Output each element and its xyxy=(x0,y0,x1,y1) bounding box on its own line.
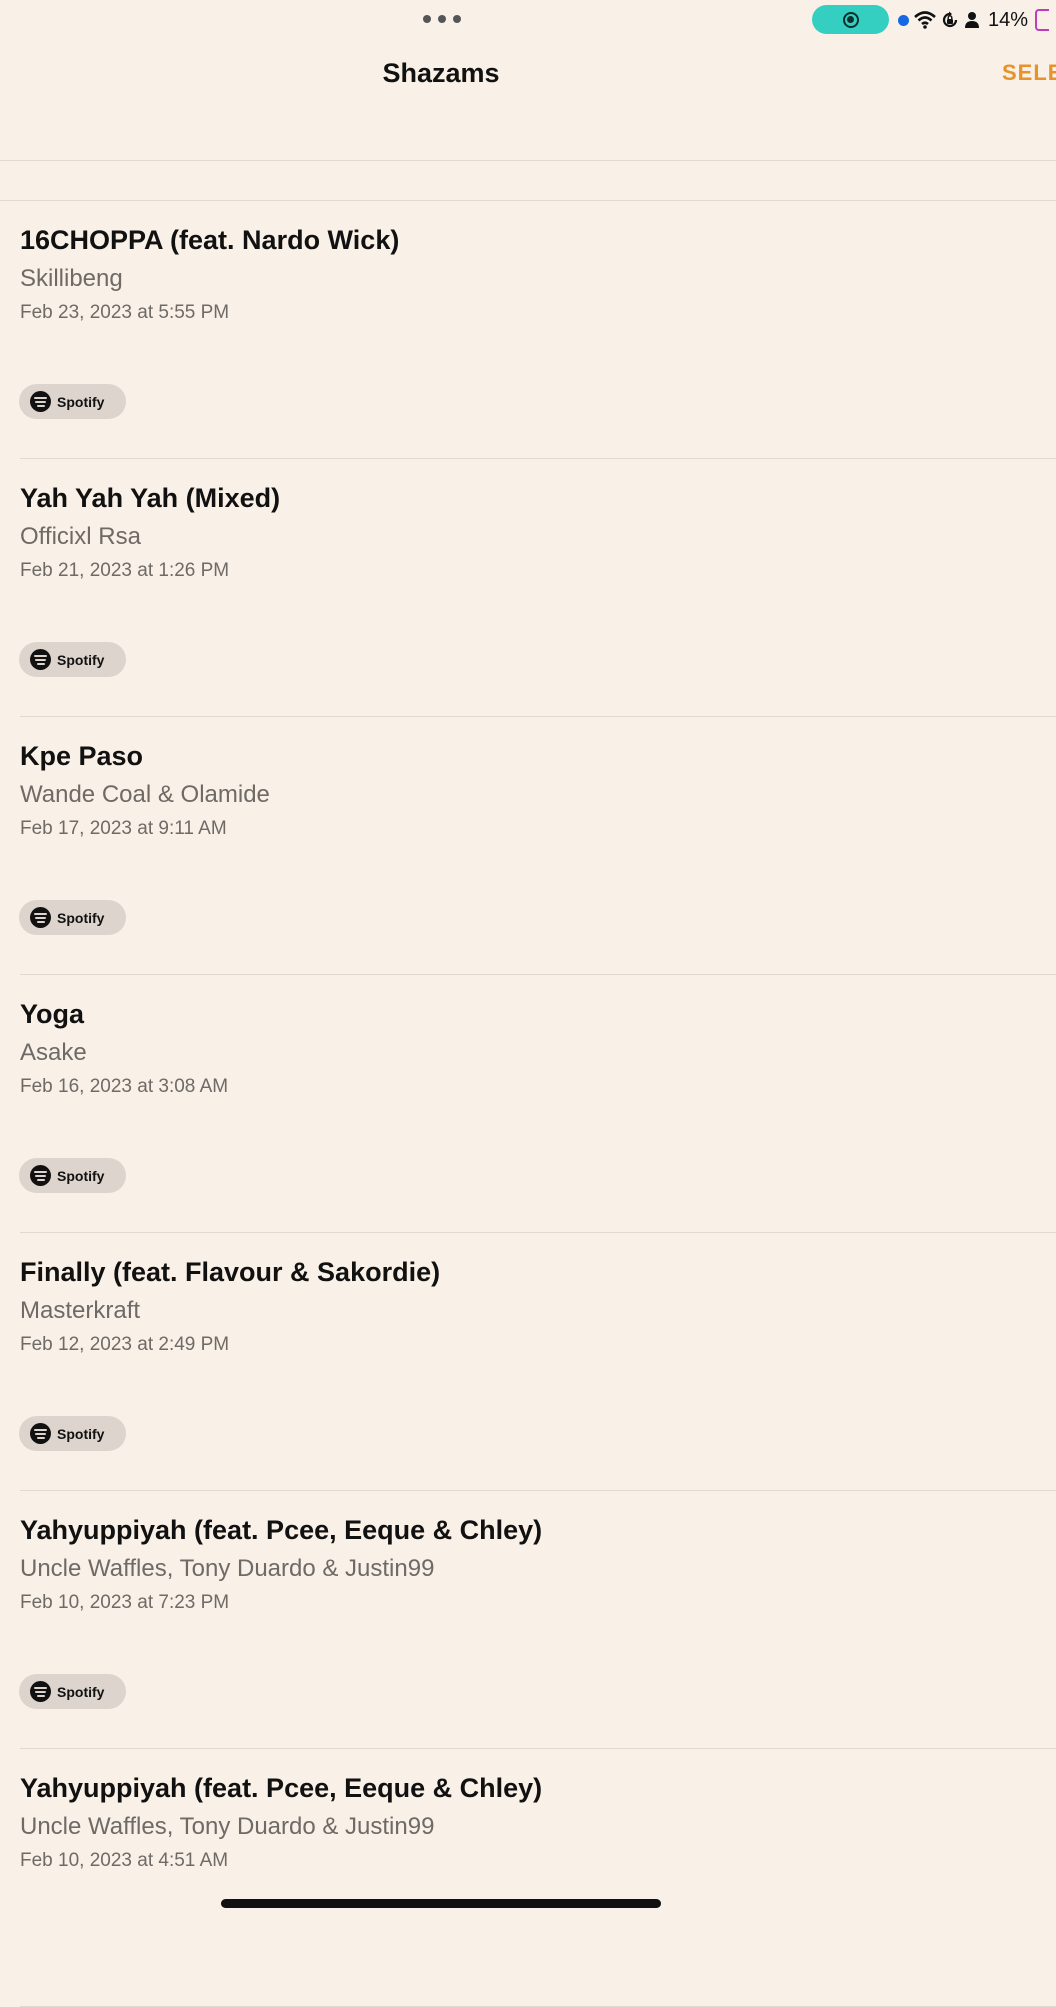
song-title: Yahyuppiyah (feat. Pcee, Eeque & Chley) xyxy=(20,1773,543,1803)
spotify-icon xyxy=(30,649,51,670)
status-icons: 14% xyxy=(898,6,1050,34)
select-button[interactable]: SELE xyxy=(1002,60,1056,86)
shazam-list: 16CHOPPA (feat. Nardo Wick) Skillibeng Feb… xyxy=(0,200,1056,2007)
song-artist: Masterkraft xyxy=(20,1297,141,1324)
list-item[interactable]: Yahyuppiyah (feat. Pcee, Eeque & Chley) U… xyxy=(20,1749,1056,2007)
song-title: Yah Yah Yah (Mixed) xyxy=(20,483,281,513)
list-item[interactable]: Kpe Paso Wande Coal & Olamide Feb 17, 2023… xyxy=(19,717,1056,975)
song-title: Kpe Paso xyxy=(20,741,144,771)
song-title: 16CHOPPA (feat. Nardo Wick) xyxy=(20,225,400,255)
shazam-date: Feb 23, 2023 at 5:55 PM xyxy=(20,302,230,323)
page-title: Shazams xyxy=(382,58,500,88)
shazam-date: Feb 21, 2023 at 1:26 PM xyxy=(20,560,230,581)
battery-percentage: 14% xyxy=(988,8,1029,31)
song-artist: Uncle Waffles, Tony Duardo & Justin99 xyxy=(20,1555,435,1582)
list-item[interactable]: Yahyuppiyah (feat. Pcee, Eeque & Chley) U… xyxy=(19,1491,1056,1749)
shazam-date: Feb 16, 2023 at 3:08 AM xyxy=(20,1076,229,1097)
open-in-spotify-button[interactable]: Spotify xyxy=(19,1416,126,1451)
spotify-icon xyxy=(30,1423,51,1444)
home-indicator[interactable] xyxy=(221,1899,661,1908)
song-title: Yahyuppiyah (feat. Pcee, Eeque & Chley) xyxy=(20,1515,543,1545)
navigation-bar: Shazams SELE xyxy=(0,40,1056,161)
song-artist: Uncle Waffles, Tony Duardo & Justin99 xyxy=(20,1813,435,1840)
song-artist: Skillibeng xyxy=(20,265,123,292)
spotify-button-label: Spotify xyxy=(57,909,105,926)
spotify-icon xyxy=(30,391,51,412)
spotify-button-label: Spotify xyxy=(57,1425,105,1442)
song-title: Yoga xyxy=(20,999,85,1029)
song-artist: Asake xyxy=(20,1039,87,1066)
open-in-spotify-button[interactable]: Spotify xyxy=(19,384,126,419)
person-icon xyxy=(965,12,979,28)
list-item[interactable]: Yoga Asake Feb 16, 2023 at 3:08 AM Spotify xyxy=(19,975,1056,1233)
shazam-date: Feb 10, 2023 at 4:51 AM xyxy=(20,1850,229,1871)
spotify-icon xyxy=(30,1681,51,1702)
screen-record-indicator[interactable] xyxy=(812,5,889,34)
spotify-button-label: Spotify xyxy=(57,393,105,410)
spotify-button-label: Spotify xyxy=(57,651,105,668)
shazam-date: Feb 12, 2023 at 2:49 PM xyxy=(20,1334,230,1355)
screen-record-icon xyxy=(842,11,859,28)
more-dots-icon[interactable] xyxy=(423,14,461,24)
song-artist: Wande Coal & Olamide xyxy=(20,781,270,808)
spotify-icon xyxy=(30,1165,51,1186)
open-in-spotify-button[interactable]: Spotify xyxy=(19,900,126,935)
list-item[interactable]: 16CHOPPA (feat. Nardo Wick) Skillibeng Feb… xyxy=(19,201,1056,459)
list-item[interactable]: Finally (feat. Flavour & Sakordie) Master… xyxy=(19,1233,1056,1491)
wifi-icon xyxy=(914,11,936,29)
song-artist: Officixl Rsa xyxy=(20,523,141,550)
spotify-icon xyxy=(30,907,51,928)
open-in-spotify-button[interactable]: Spotify xyxy=(19,1674,126,1709)
spotify-button-label: Spotify xyxy=(57,1167,105,1184)
spotify-button-label: Spotify xyxy=(57,1683,105,1700)
open-in-spotify-button[interactable]: Spotify xyxy=(19,642,126,677)
blue-dot-icon xyxy=(898,14,909,26)
shazam-date: Feb 17, 2023 at 9:11 AM xyxy=(20,818,227,839)
status-bar: 14% xyxy=(0,0,1056,40)
song-title: Finally (feat. Flavour & Sakordie) xyxy=(20,1257,441,1287)
shazam-date: Feb 10, 2023 at 7:23 PM xyxy=(20,1592,230,1613)
open-in-spotify-button[interactable]: Spotify xyxy=(19,1158,126,1193)
list-item[interactable]: Yah Yah Yah (Mixed) Officixl Rsa Feb 21, 2… xyxy=(19,459,1056,717)
battery-icon xyxy=(1035,9,1050,31)
orientation-lock-icon xyxy=(942,11,958,28)
